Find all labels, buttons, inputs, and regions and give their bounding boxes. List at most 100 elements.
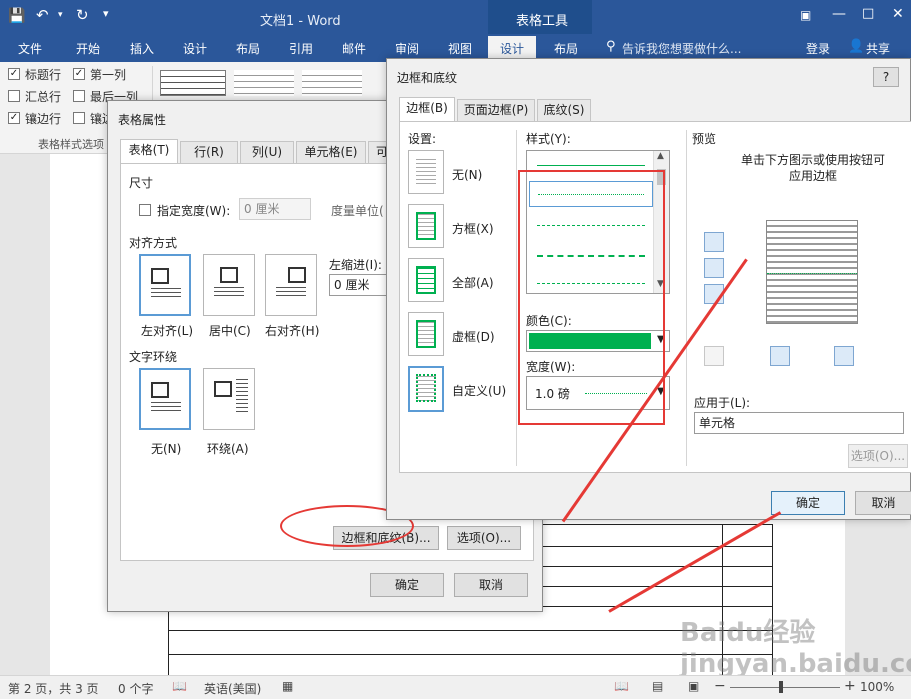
tab-references[interactable]: 引用 [289,40,313,57]
table-glyph-icon [214,381,232,397]
specify-width-checkbox[interactable] [139,204,151,216]
tab-layout[interactable]: 布局 [236,40,260,57]
setting-grid-option[interactable] [408,312,444,356]
table-props-ok-button[interactable]: 确定 [370,573,444,597]
align-right-option[interactable] [265,254,317,316]
table-style-thumb-3[interactable] [302,70,362,96]
apply-to-label: 应用于(L): [694,396,751,410]
border-preview[interactable] [766,220,858,324]
option-total-row: 汇总行 [25,90,62,104]
web-layout-icon[interactable]: ▣ [688,679,699,693]
borders-cancel-button[interactable]: 取消 [855,491,911,515]
table-style-thumb-1[interactable] [160,70,226,96]
checkbox-header-row[interactable]: ✓ [8,68,20,80]
ribbon-display-icon[interactable]: ▣ [800,8,811,22]
align-left-option[interactable] [139,254,191,316]
width-field[interactable]: 0 厘米 [239,198,311,220]
setting-box-icon [416,212,436,240]
highlight-rectangle [518,170,665,425]
zoom-slider-thumb[interactable] [779,681,783,693]
checkbox-first-column[interactable]: ✓ [73,68,85,80]
share-icon[interactable]: 👤 [848,39,864,54]
customize-qat-icon[interactable]: ▾ [103,7,109,20]
undo-icon[interactable]: ↶ [36,6,49,24]
page-count[interactable]: 第 2 页，共 3 页 [8,680,99,697]
maximize-icon[interactable]: □ [862,6,874,21]
word-count[interactable]: 0 个字 [118,680,153,697]
minimize-icon[interactable]: — [832,6,846,22]
tab-mailings[interactable]: 邮件 [342,40,366,57]
right-border-button[interactable] [834,346,854,366]
scroll-up-icon[interactable]: ▲ [657,151,664,161]
border-options-button[interactable]: 选项(O)... [848,444,908,468]
table-style-thumb-2[interactable] [234,70,294,96]
undo-dropdown-icon[interactable]: ▾ [58,10,63,20]
language-status[interactable]: 英语(美国) [204,680,261,697]
style-solid[interactable] [537,165,645,166]
close-icon[interactable]: ✕ [892,6,904,22]
tab-page-border[interactable]: 页面边框(P) [457,99,535,121]
tab-shading[interactable]: 底纹(S) [537,99,591,121]
tab-cell[interactable]: 单元格(E) [296,141,366,163]
tab-file[interactable]: 文件 [18,40,42,57]
align-center-label: 居中(C) [209,324,251,338]
contextual-tab-label: 表格工具 [516,14,569,29]
tab-view[interactable]: 视图 [448,40,472,57]
setting-all-option[interactable] [408,258,444,302]
help-button[interactable]: ? [873,67,899,87]
zoom-slider[interactable] [730,687,840,688]
settings-label: 设置: [408,132,437,146]
preview-label: 预览 [692,132,717,146]
tab-table[interactable]: 表格(T) [120,139,178,163]
checkbox-banded-rows[interactable]: ✓ [8,112,20,124]
borders-ok-button[interactable]: 确定 [771,491,845,515]
checkbox-last-column[interactable] [73,90,85,102]
redo-icon[interactable]: ↻ [76,6,89,24]
left-border-button[interactable] [770,346,790,366]
tab-design[interactable]: 设计 [183,40,207,57]
table-props-cancel-button[interactable]: 取消 [454,573,528,597]
tab-borders[interactable]: 边框(B) [399,97,455,121]
size-label: 尺寸 [129,176,154,190]
setting-box-option[interactable] [408,204,444,248]
tell-me-search[interactable]: 告诉我您想要做什么... [622,40,741,57]
tab-column[interactable]: 列(U) [240,141,294,163]
align-center-option[interactable] [203,254,255,316]
setting-none-option[interactable] [408,150,444,194]
setting-grid-icon [416,320,436,348]
top-border-button[interactable] [704,232,724,252]
table-glyph-icon [220,267,238,283]
macro-icon[interactable]: ▦ [282,679,293,693]
preview-inner-line [767,273,857,274]
read-mode-icon[interactable]: 📖 [614,679,629,693]
zoom-level[interactable]: 100% [860,680,894,694]
align-right-label: 右对齐(H) [265,324,320,338]
inner-horizontal-border-button[interactable] [704,258,724,278]
apply-to-dropdown[interactable]: 单元格 [694,412,904,434]
zoom-out-icon[interactable]: − [714,678,726,694]
tab-row[interactable]: 行(R) [180,141,238,163]
table-options-button[interactable]: 选项(O)... [447,526,521,550]
text-lines-icon [236,379,248,415]
login-link[interactable]: 登录 [806,40,830,57]
text-lines-icon [214,287,244,299]
setting-none-icon [416,159,436,185]
zoom-in-icon[interactable]: + [844,678,856,694]
print-layout-icon[interactable]: ▤ [652,679,663,693]
table-properties-tabs: 表格(T) 行(R) 列(U) 单元格(E) 可选 [120,139,420,165]
wrap-none-option[interactable] [139,368,191,430]
checkbox-banded-columns[interactable] [73,112,85,124]
diagonal-down-button[interactable] [704,346,724,366]
share-button[interactable]: 共享 [866,40,890,57]
tab-insert[interactable]: 插入 [130,40,154,57]
proofing-icon[interactable]: 📖 [172,679,187,693]
tab-review[interactable]: 审阅 [395,40,419,57]
checkbox-total-row[interactable] [8,90,20,102]
tab-home[interactable]: 开始 [76,40,100,57]
wrap-around-option[interactable] [203,368,255,430]
save-icon[interactable]: 💾 [8,8,25,24]
wrap-around-label: 环绕(A) [207,442,249,456]
borders-dialog-title: 边框和底纹 [397,71,458,85]
tab-table-layout[interactable]: 布局 [554,40,578,57]
setting-custom-option[interactable] [408,366,444,412]
